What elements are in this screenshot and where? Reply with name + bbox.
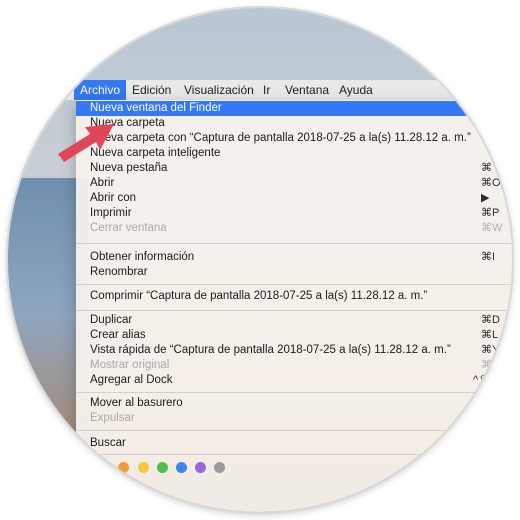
zoom-lens: Archivo Edición Visualización Ir Ventana…	[8, 8, 512, 512]
menu-item-obtener-informacion[interactable]: Obtener información ⌘I	[76, 250, 512, 265]
menu-item-label: Obtener información	[90, 251, 195, 263]
menu-item-shortcut: ⌘L	[481, 329, 499, 341]
menu-visualizacion[interactable]: Visualización	[178, 80, 260, 100]
tag-colors-row	[76, 458, 512, 478]
menu-item-label: Comprimir “Captura de pantalla 2018-07-2…	[90, 290, 428, 302]
menu-item-label: Vista rápida de “Captura de pantalla 201…	[90, 344, 451, 356]
menu-item-shortcut: ⌘	[481, 162, 492, 174]
menu-item-nueva-carpeta-inteligente[interactable]: Nueva carpeta inteligente	[76, 146, 512, 161]
menu-ventana[interactable]: Ventana	[279, 80, 335, 100]
menu-item-label: Crear alias	[90, 329, 146, 341]
menu-item-mostrar-original: Mostrar original ⌘R	[76, 358, 512, 373]
menu-item-vista-rapida[interactable]: Vista rápida de “Captura de pantalla 201…	[76, 343, 512, 358]
menu-item-shortcut: ^⇧⌘T	[473, 374, 506, 386]
menu-item-nueva-pestana[interactable]: Nueva pestaña ⌘	[76, 161, 512, 176]
menu-item-label: Mover al basurero	[90, 397, 183, 409]
tag-purple-dot[interactable]	[195, 462, 206, 473]
menu-bar: Archivo Edición Visualización Ir Ventana…	[8, 80, 512, 101]
menu-item-duplicar[interactable]: Duplicar ⌘D	[76, 313, 512, 328]
menu-item-imprimir[interactable]: Imprimir ⌘P	[76, 206, 512, 221]
menu-item-crear-alias[interactable]: Crear alias ⌘L	[76, 328, 512, 343]
menu-item-label: Agregar al Dock	[90, 374, 173, 386]
menu-item-renombrar[interactable]: Renombrar	[76, 265, 512, 280]
menu-item-shortcut: ⌘R	[481, 359, 500, 371]
archivo-dropdown-menu: Nueva ventana del Finder Nueva carpeta N…	[76, 100, 512, 512]
menu-item-agregar-al-dock[interactable]: Agregar al Dock ^⇧⌘T	[76, 373, 512, 388]
menu-ayuda[interactable]: Ayuda	[333, 80, 379, 100]
menu-item-shortcut: ^	[481, 132, 487, 144]
menu-separator	[76, 284, 512, 285]
menu-item-expulsar: Expulsar	[76, 411, 512, 426]
menu-item-label: Renombrar	[90, 266, 148, 278]
menu-item-shortcut: ⌘I	[481, 251, 496, 263]
menu-edicion[interactable]: Edición	[126, 80, 177, 100]
menu-item-shortcut: ⌘Y	[481, 344, 500, 356]
menu-ir[interactable]: Ir	[257, 80, 276, 100]
submenu-arrow-icon: ▶	[481, 192, 490, 204]
menu-item-shortcut: ⌘D	[481, 314, 500, 326]
tag-orange-dot[interactable]	[118, 462, 129, 473]
menu-separator	[76, 454, 512, 455]
menu-item-abrir-con[interactable]: Abrir con ▶	[76, 191, 512, 206]
menu-separator	[76, 430, 512, 431]
menu-archivo[interactable]: Archivo	[74, 80, 127, 100]
menu-item-nueva-ventana[interactable]: Nueva ventana del Finder	[76, 101, 512, 116]
menu-item-label: Abrir con	[90, 192, 137, 204]
red-arrow-icon	[58, 124, 114, 162]
menu-item-label: Mostrar original	[90, 359, 170, 371]
menu-item-shortcut: ⌘O	[481, 177, 501, 189]
menu-item-label: Nueva carpeta con “Captura de pantalla 2…	[90, 132, 471, 144]
menu-item-shortcut: ⌘W	[481, 222, 503, 234]
menu-separator	[76, 392, 512, 393]
menu-item-label: Duplicar	[90, 314, 133, 326]
tag-green-dot[interactable]	[157, 462, 168, 473]
menu-item-nueva-carpeta[interactable]: Nueva carpeta	[76, 116, 512, 131]
tag-yellow-dot[interactable]	[138, 462, 149, 473]
menu-separator	[76, 310, 512, 311]
menu-item-buscar[interactable]: Buscar	[76, 436, 512, 451]
menu-item-shortcut: ⌘P	[481, 207, 500, 219]
menu-item-label: Cerrar ventana	[90, 222, 167, 234]
menu-item-label: Imprimir	[90, 207, 132, 219]
menu-item-label: Abrir	[90, 177, 115, 189]
tag-gray-dot[interactable]	[214, 462, 225, 473]
menu-item-label: Buscar	[90, 437, 126, 449]
menu-item-label: Expulsar	[90, 412, 135, 424]
menu-item-cerrar-ventana: Cerrar ventana ⌘W	[76, 221, 512, 236]
menu-item-nueva-carpeta-con[interactable]: Nueva carpeta con “Captura de pantalla 2…	[76, 131, 512, 146]
tag-blue-dot[interactable]	[176, 462, 187, 473]
menu-separator	[76, 243, 512, 244]
menu-item-abrir[interactable]: Abrir ⌘O	[76, 176, 512, 191]
menu-item-mover-al-basurero[interactable]: Mover al basurero	[76, 396, 512, 411]
menu-item-comprimir[interactable]: Comprimir “Captura de pantalla 2018-07-2…	[76, 289, 512, 304]
